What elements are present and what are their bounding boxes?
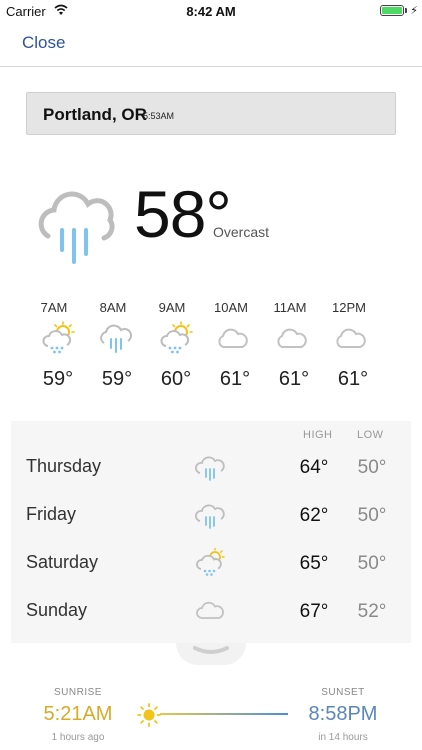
sunset-time: 8:58PM [308, 703, 378, 725]
battery-tip [405, 8, 407, 13]
current-temperature: 58° [134, 177, 232, 251]
low-column-header: LOW [357, 429, 384, 441]
sunset-label: SUNSET [321, 687, 365, 698]
hour-temperature: 59° [101, 368, 133, 390]
current-condition: Overcast [213, 224, 270, 240]
hour-time: 8AM [99, 300, 127, 315]
day-low-temp: 50° [357, 505, 387, 526]
day-name: Friday [26, 504, 77, 524]
daily-forecast: HIGH LOW Thursday 64° 50° Friday 62° 50°… [11, 421, 411, 643]
nav-divider [0, 66, 422, 67]
day-name: Thursday [26, 456, 102, 476]
hour-time: 7AM [40, 300, 68, 315]
expand-tab[interactable] [176, 643, 246, 665]
day-high-temp: 64° [299, 457, 329, 478]
high-column-header: HIGH [303, 429, 333, 441]
location-city: Portland, OR [43, 105, 147, 124]
rain-cloud-icon [195, 456, 225, 481]
hour-time: 11AM [273, 300, 307, 315]
day-low-temp: 50° [357, 553, 387, 574]
day-name: Sunday [26, 600, 88, 620]
day-high-temp: 65° [299, 553, 329, 574]
charging-icon: ⚡ [410, 5, 418, 17]
partly-sunny-rain-icon [160, 321, 193, 354]
cloud-icon [196, 601, 224, 619]
day-low-temp: 50° [357, 457, 387, 478]
day-name: Saturday [26, 552, 99, 572]
sunset-relative: in 14 hours [318, 732, 368, 743]
hour-temperature: 60° [160, 368, 192, 390]
sunrise-time: 5:21AM [43, 703, 113, 725]
rain-cloud-icon [195, 504, 225, 529]
battery-level [382, 7, 402, 14]
close-button[interactable]: Close [22, 33, 65, 53]
sun-icon [137, 703, 161, 727]
partly-sunny-rain-icon [42, 321, 75, 354]
status-time: 8:42 AM [186, 4, 236, 19]
sunrise-label: SUNRISE [54, 687, 102, 698]
hour-temperature: 61° [278, 368, 310, 390]
current-rain-cloud-icon [38, 191, 115, 264]
hour-temperature: 59° [42, 368, 74, 390]
day-low-temp: 52° [357, 601, 387, 622]
day-high-temp: 62° [299, 505, 329, 526]
cloud-icon [336, 328, 366, 348]
daylight-progress-line [160, 713, 288, 715]
hour-temperature: 61° [219, 368, 251, 390]
partly-sunny-rain-icon [196, 547, 225, 576]
cloud-icon [218, 328, 248, 348]
day-high-temp: 67° [299, 601, 329, 622]
sunrise-relative: 1 hours ago [51, 732, 105, 743]
chevron-down-icon [193, 646, 229, 654]
location-time: 5:53AM [143, 111, 175, 121]
location-bar[interactable]: Portland, OR 5:53AM [26, 92, 396, 135]
battery-icon [380, 5, 404, 16]
rain-cloud-icon [100, 324, 132, 353]
cloud-icon [277, 328, 307, 348]
hour-time: 9AM [158, 300, 186, 315]
hour-temperature: 61° [337, 368, 369, 390]
hour-time: 12PM [332, 300, 366, 315]
hour-time: 10AM [214, 300, 248, 315]
status-bar: Carrier 8:42 AM ⚡ [0, 0, 422, 22]
